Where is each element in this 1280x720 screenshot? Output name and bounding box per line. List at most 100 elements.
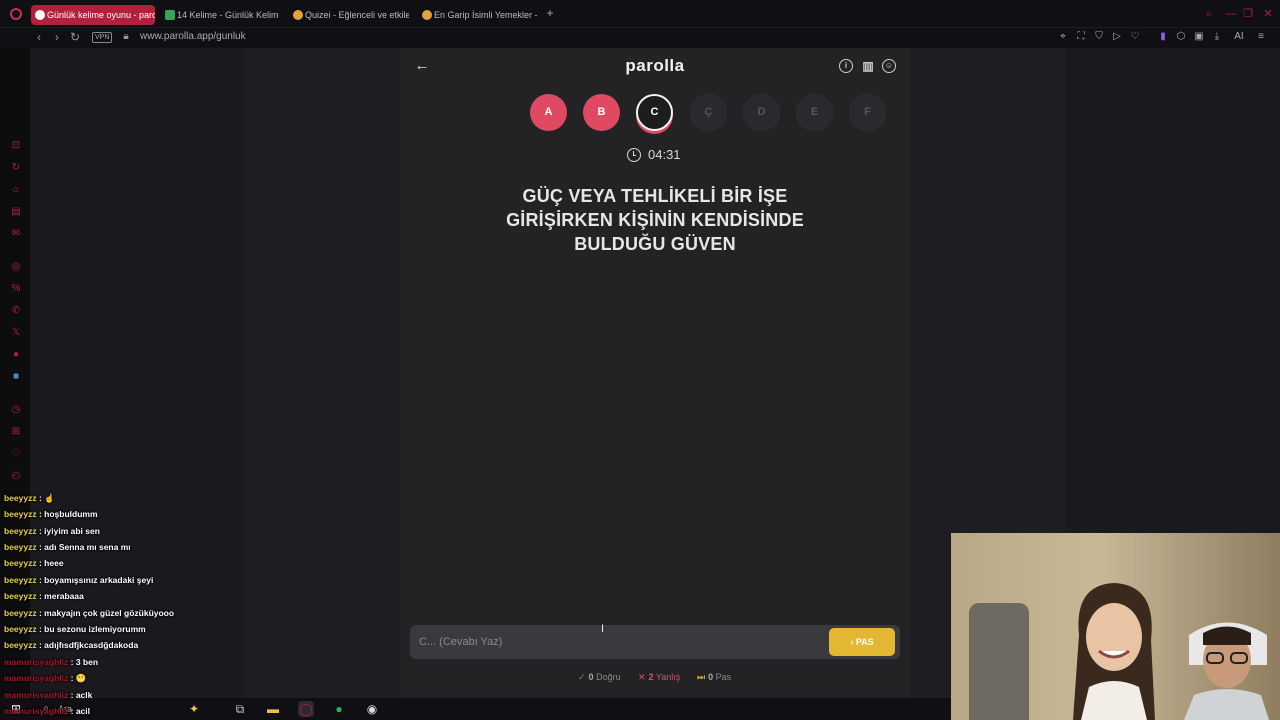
webcam-guest (1184, 622, 1269, 720)
letter-d: D (743, 94, 780, 131)
letter-c-cedilla: Ç (690, 94, 727, 131)
forward-icon[interactable]: › (50, 30, 64, 44)
close-icon[interactable]: ✕ (1262, 8, 1274, 20)
wallet-icon[interactable]: ▣ (1193, 31, 1205, 43)
back-icon[interactable]: ‹ (32, 30, 46, 44)
check-icon: ✓ (578, 672, 586, 682)
chat-text: acil (75, 706, 90, 716)
chat-text: iyiyim abi sen (44, 526, 100, 536)
chat-message: beeyyzz : heee (4, 558, 64, 568)
sidebar-x-icon[interactable]: 𝕏 (10, 327, 22, 339)
chat-text: boyamışsınız arkadaki şeyi (44, 575, 154, 585)
chat-text: bu sezonu izlemiyorumm (44, 624, 146, 634)
letter-f: F (849, 94, 886, 131)
question-line: GİRİŞİRKEN KİŞİNİN KENDİSİNDE (506, 210, 804, 230)
ai-label: AI (1234, 31, 1244, 42)
parolla-favicon-icon (35, 10, 45, 20)
sidebar-app-icon[interactable]: ■ (10, 371, 22, 383)
sidebar-whatsapp-icon[interactable]: ✆ (10, 305, 22, 317)
pass-label: PAS (855, 637, 874, 647)
chat-message: beeyyzz : iyiyim abi sen (4, 526, 100, 536)
sidebar-refresh-icon[interactable]: ↻ (10, 162, 22, 174)
chat-message: beeyyzz : bu sezonu izlemiyorumm (4, 624, 146, 634)
maximize-icon[interactable]: ❐ (1242, 8, 1254, 20)
chat-text: heee (44, 558, 64, 568)
answer-input[interactable] (419, 632, 819, 652)
letter-c-current: C (636, 94, 673, 131)
pass-count: 0 (708, 672, 714, 682)
wrong-stat: ✕ 2 Yanlış (638, 671, 680, 683)
letter-e: E (796, 94, 833, 131)
correct-stat: ✓ 0 Doğru (578, 671, 621, 683)
sidebar-bag-icon[interactable]: ⌂ (10, 184, 22, 196)
sidebar-grid-icon[interactable]: ⊞ (10, 426, 22, 438)
shield-icon[interactable]: ⛉ (1093, 31, 1105, 43)
tab-parolla[interactable]: Günlük kelime oyunu - parolla (31, 5, 155, 25)
vpn-badge[interactable]: VPN (92, 32, 113, 43)
parolla-logo[interactable]: parolla (605, 56, 705, 76)
chat-text: 😬 (75, 673, 87, 683)
tab-quizei[interactable]: Quizei - Eğlenceli ve etkileşimli (289, 5, 409, 25)
pass-stat-label: Pas (715, 672, 732, 682)
chat-message: beeyyzz : adı Senna mı sena mı (4, 542, 131, 552)
sidebar-clock-icon[interactable]: ◷ (10, 404, 22, 416)
chat-username: mamurisyaghliz (4, 706, 69, 716)
chat-text: makyajın çok güzel gözüküyooo (44, 608, 175, 618)
sidebar-heart-icon[interactable]: ♡ (10, 448, 22, 460)
back-arrow-icon[interactable]: ← (414, 58, 430, 74)
copilot-sparkle-icon[interactable]: ✦ (186, 701, 202, 717)
quizei-favicon-icon (422, 10, 432, 20)
chat-username: beeyyzz (4, 526, 37, 536)
opera-taskbar-icon[interactable]: ◯ (298, 701, 314, 717)
obs-icon[interactable]: ◉ (364, 701, 380, 717)
letter-b: B (583, 94, 620, 131)
wrong-label: Yanlış (655, 672, 681, 682)
menu-icon[interactable]: ≡ (1255, 31, 1267, 43)
profile-icon[interactable]: ☺ (882, 59, 896, 73)
aria-ai-button[interactable]: AI (1229, 31, 1249, 43)
spotify-icon[interactable]: ● (331, 701, 347, 717)
twitch-extension-icon[interactable]: ▮ (1157, 31, 1169, 43)
sidebar-mail-icon[interactable]: ✉ (10, 228, 22, 240)
opera-logo-icon[interactable] (10, 8, 22, 20)
text-cursor-icon: I (601, 623, 605, 635)
sidebar-globe-icon[interactable]: ◎ (10, 261, 22, 273)
timer: 04:31 (648, 147, 681, 162)
tab-garip-yemekler[interactable]: En Garip İsimli Yemekler - Quizei (418, 5, 538, 25)
chat-message: beeyyzz : hoşbuldumm (4, 509, 98, 519)
url-field[interactable]: www.parolla.app/gunluk (140, 31, 246, 42)
info-icon[interactable]: i (839, 59, 853, 73)
correct-label: Doğru (596, 672, 621, 682)
pass-button[interactable]: › PAS (829, 628, 895, 656)
chat-message: beeyyzz : adıjfısdfjkcasdğdakoda (4, 640, 139, 650)
reload-icon[interactable]: ↻ (68, 30, 82, 44)
extension-icon[interactable]: ⬡ (1175, 31, 1187, 43)
new-tab-button[interactable]: + (544, 7, 556, 20)
play-icon[interactable]: ▷ (1111, 31, 1123, 43)
task-view-icon[interactable]: ⧉ (232, 701, 248, 717)
sidebar-history-icon[interactable]: ◴ (10, 470, 22, 482)
quizei-favicon-icon (293, 10, 303, 20)
chat-username: beeyyzz (4, 542, 37, 552)
search-tabs-icon[interactable]: ⌕ (1203, 8, 1215, 20)
chat-username: mamurisyaghliz (4, 673, 69, 683)
stats-icon[interactable]: ▥ (861, 59, 875, 73)
chat-username: beeyyzz (4, 558, 37, 568)
lock-icon[interactable]: 🔒︎ (119, 30, 133, 44)
sidebar-wallet-icon[interactable]: ▤ (10, 206, 22, 218)
snapshot-icon[interactable]: ⛶ (1075, 31, 1087, 43)
download-icon[interactable]: ⤓ (1211, 31, 1223, 43)
sidebar-record-icon[interactable]: ● (10, 349, 22, 361)
tab-14-kelime[interactable]: 14 Kelime - Günlük Kelime Oyunu (161, 5, 279, 25)
minimize-icon[interactable]: — (1225, 8, 1237, 20)
sidebar-percent-icon[interactable]: % (10, 283, 22, 295)
chat-username: beeyyzz (4, 493, 37, 503)
chat-message: beeyyzz : boyamışsınız arkadaki şeyi (4, 575, 154, 585)
address-bar: ‹ › ↻ VPN 🔒︎ www.parolla.app/gunluk ⌖ ⛶ … (0, 28, 1280, 48)
pin-icon[interactable]: ⌖ (1057, 31, 1069, 43)
file-explorer-icon[interactable]: ▬ (265, 701, 281, 717)
sidebar-gamepad-icon[interactable]: ⊡ (10, 140, 22, 152)
chevron-right-icon: › (850, 637, 854, 647)
heart-icon[interactable]: ♡ (1129, 31, 1141, 43)
chat-username: beeyyzz (4, 608, 37, 618)
